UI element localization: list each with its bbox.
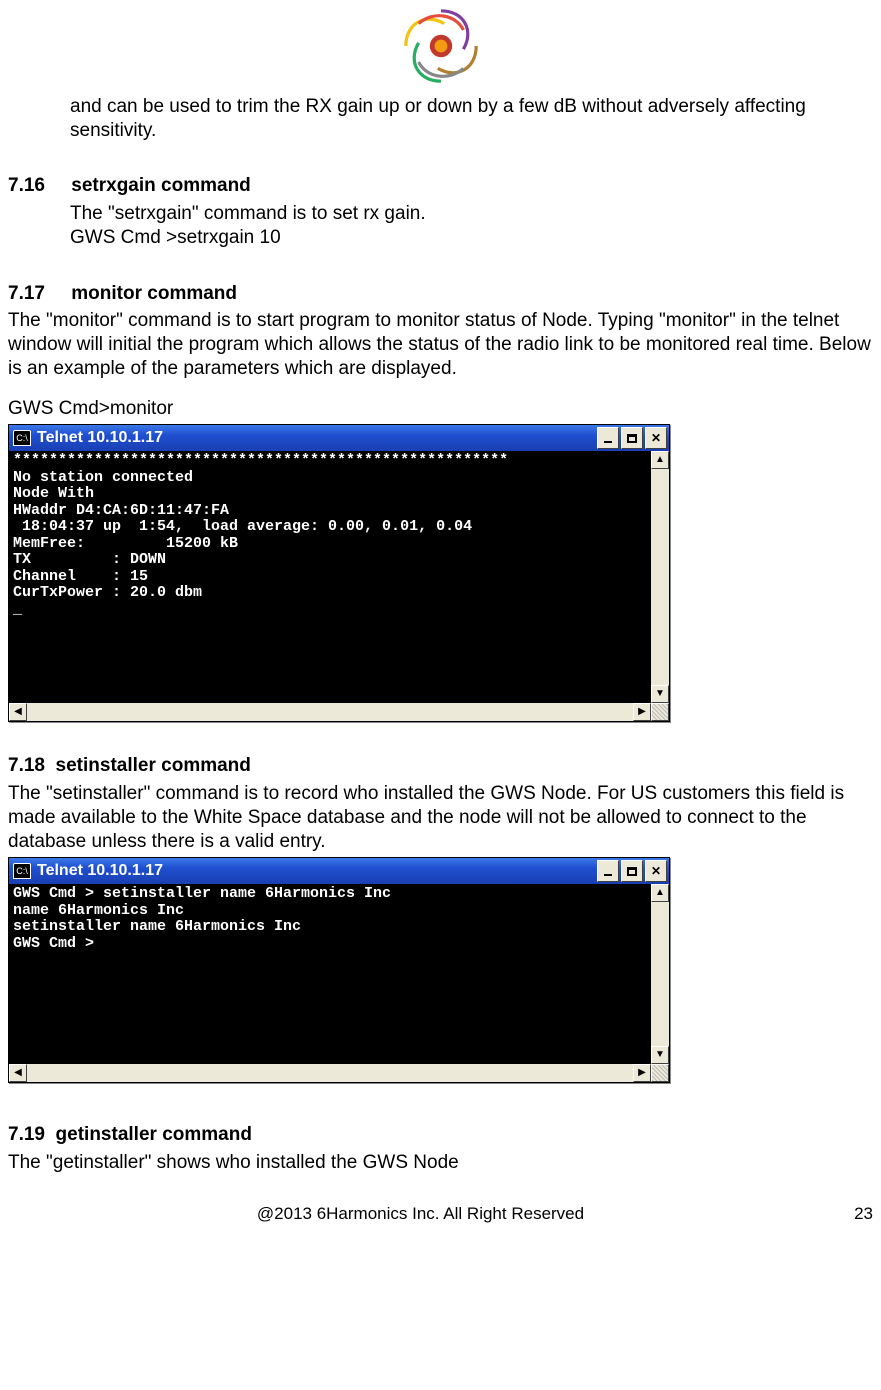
vertical-scrollbar[interactable]: ▲ ▼: [651, 451, 669, 703]
horizontal-scrollbar[interactable]: ◀ ▶: [9, 1064, 669, 1082]
heading-7-18: 7.18 setinstaller command: [8, 754, 873, 778]
heading-title: getinstaller command: [56, 1124, 252, 1145]
terminal-output[interactable]: GWS Cmd > setinstaller name 6Harmonics I…: [9, 884, 651, 1064]
heading-title: setrxgain command: [71, 175, 251, 196]
maximize-button[interactable]: [621, 427, 643, 449]
heading-number: 7.19: [8, 1124, 45, 1145]
scroll-left-icon[interactable]: ◀: [9, 1064, 27, 1082]
titlebar[interactable]: C:\ Telnet 10.10.1.17: [9, 425, 669, 451]
heading-number: 7.16: [8, 174, 66, 198]
logo: [8, 0, 873, 95]
scroll-up-icon[interactable]: ▲: [651, 884, 669, 902]
resize-grip[interactable]: [651, 1064, 669, 1082]
telnet-window-setinstaller: C:\ Telnet 10.10.1.17 GWS Cmd > setinsta…: [8, 857, 670, 1083]
body-7-17: The "monitor" command is to start progra…: [8, 309, 873, 380]
telnet-window-monitor: C:\ Telnet 10.10.1.17 ******************…: [8, 424, 670, 722]
page-number: 23: [833, 1203, 873, 1224]
resize-grip[interactable]: [651, 703, 669, 721]
scroll-down-icon[interactable]: ▼: [651, 685, 669, 703]
page-footer: @2013 6Harmonics Inc. All Right Reserved…: [8, 1203, 873, 1224]
scroll-left-icon[interactable]: ◀: [9, 703, 27, 721]
heading-7-17: 7.17 monitor command: [8, 282, 873, 306]
cmd-icon: C:\: [13, 430, 31, 446]
terminal-output[interactable]: ****************************************…: [9, 451, 651, 703]
body-7-18: The "setinstaller" command is to record …: [8, 782, 873, 853]
window-title: Telnet 10.10.1.17: [37, 861, 595, 881]
scroll-down-icon[interactable]: ▼: [651, 1046, 669, 1064]
body-7-16: The "setrxgain" command is to set rx gai…: [70, 202, 873, 226]
scroll-right-icon[interactable]: ▶: [633, 1064, 651, 1082]
horizontal-scrollbar[interactable]: ◀ ▶: [9, 703, 669, 721]
body-7-19: The "getinstaller" shows who installed t…: [8, 1151, 873, 1175]
heading-number: 7.18: [8, 755, 45, 776]
close-button[interactable]: [645, 427, 667, 449]
close-button[interactable]: [645, 860, 667, 882]
copyright: @2013 6Harmonics Inc. All Right Reserved: [8, 1203, 833, 1224]
titlebar[interactable]: C:\ Telnet 10.10.1.17: [9, 858, 669, 884]
scroll-right-icon[interactable]: ▶: [633, 703, 651, 721]
maximize-button[interactable]: [621, 860, 643, 882]
cmd-7-16: GWS Cmd >setrxgain 10: [70, 226, 873, 250]
heading-7-16: 7.16 setrxgain command: [8, 174, 873, 198]
window-title: Telnet 10.10.1.17: [37, 428, 595, 448]
minimize-button[interactable]: [597, 860, 619, 882]
cmd-7-17: GWS Cmd>monitor: [8, 397, 873, 421]
heading-title: monitor command: [71, 283, 237, 304]
minimize-button[interactable]: [597, 427, 619, 449]
scroll-up-icon[interactable]: ▲: [651, 451, 669, 469]
heading-7-19: 7.19 getinstaller command: [8, 1123, 873, 1147]
continued-paragraph: and can be used to trim the RX gain up o…: [70, 95, 823, 143]
heading-title: setinstaller command: [56, 755, 251, 776]
heading-number: 7.17: [8, 282, 66, 306]
cmd-icon: C:\: [13, 863, 31, 879]
vertical-scrollbar[interactable]: ▲ ▼: [651, 884, 669, 1064]
